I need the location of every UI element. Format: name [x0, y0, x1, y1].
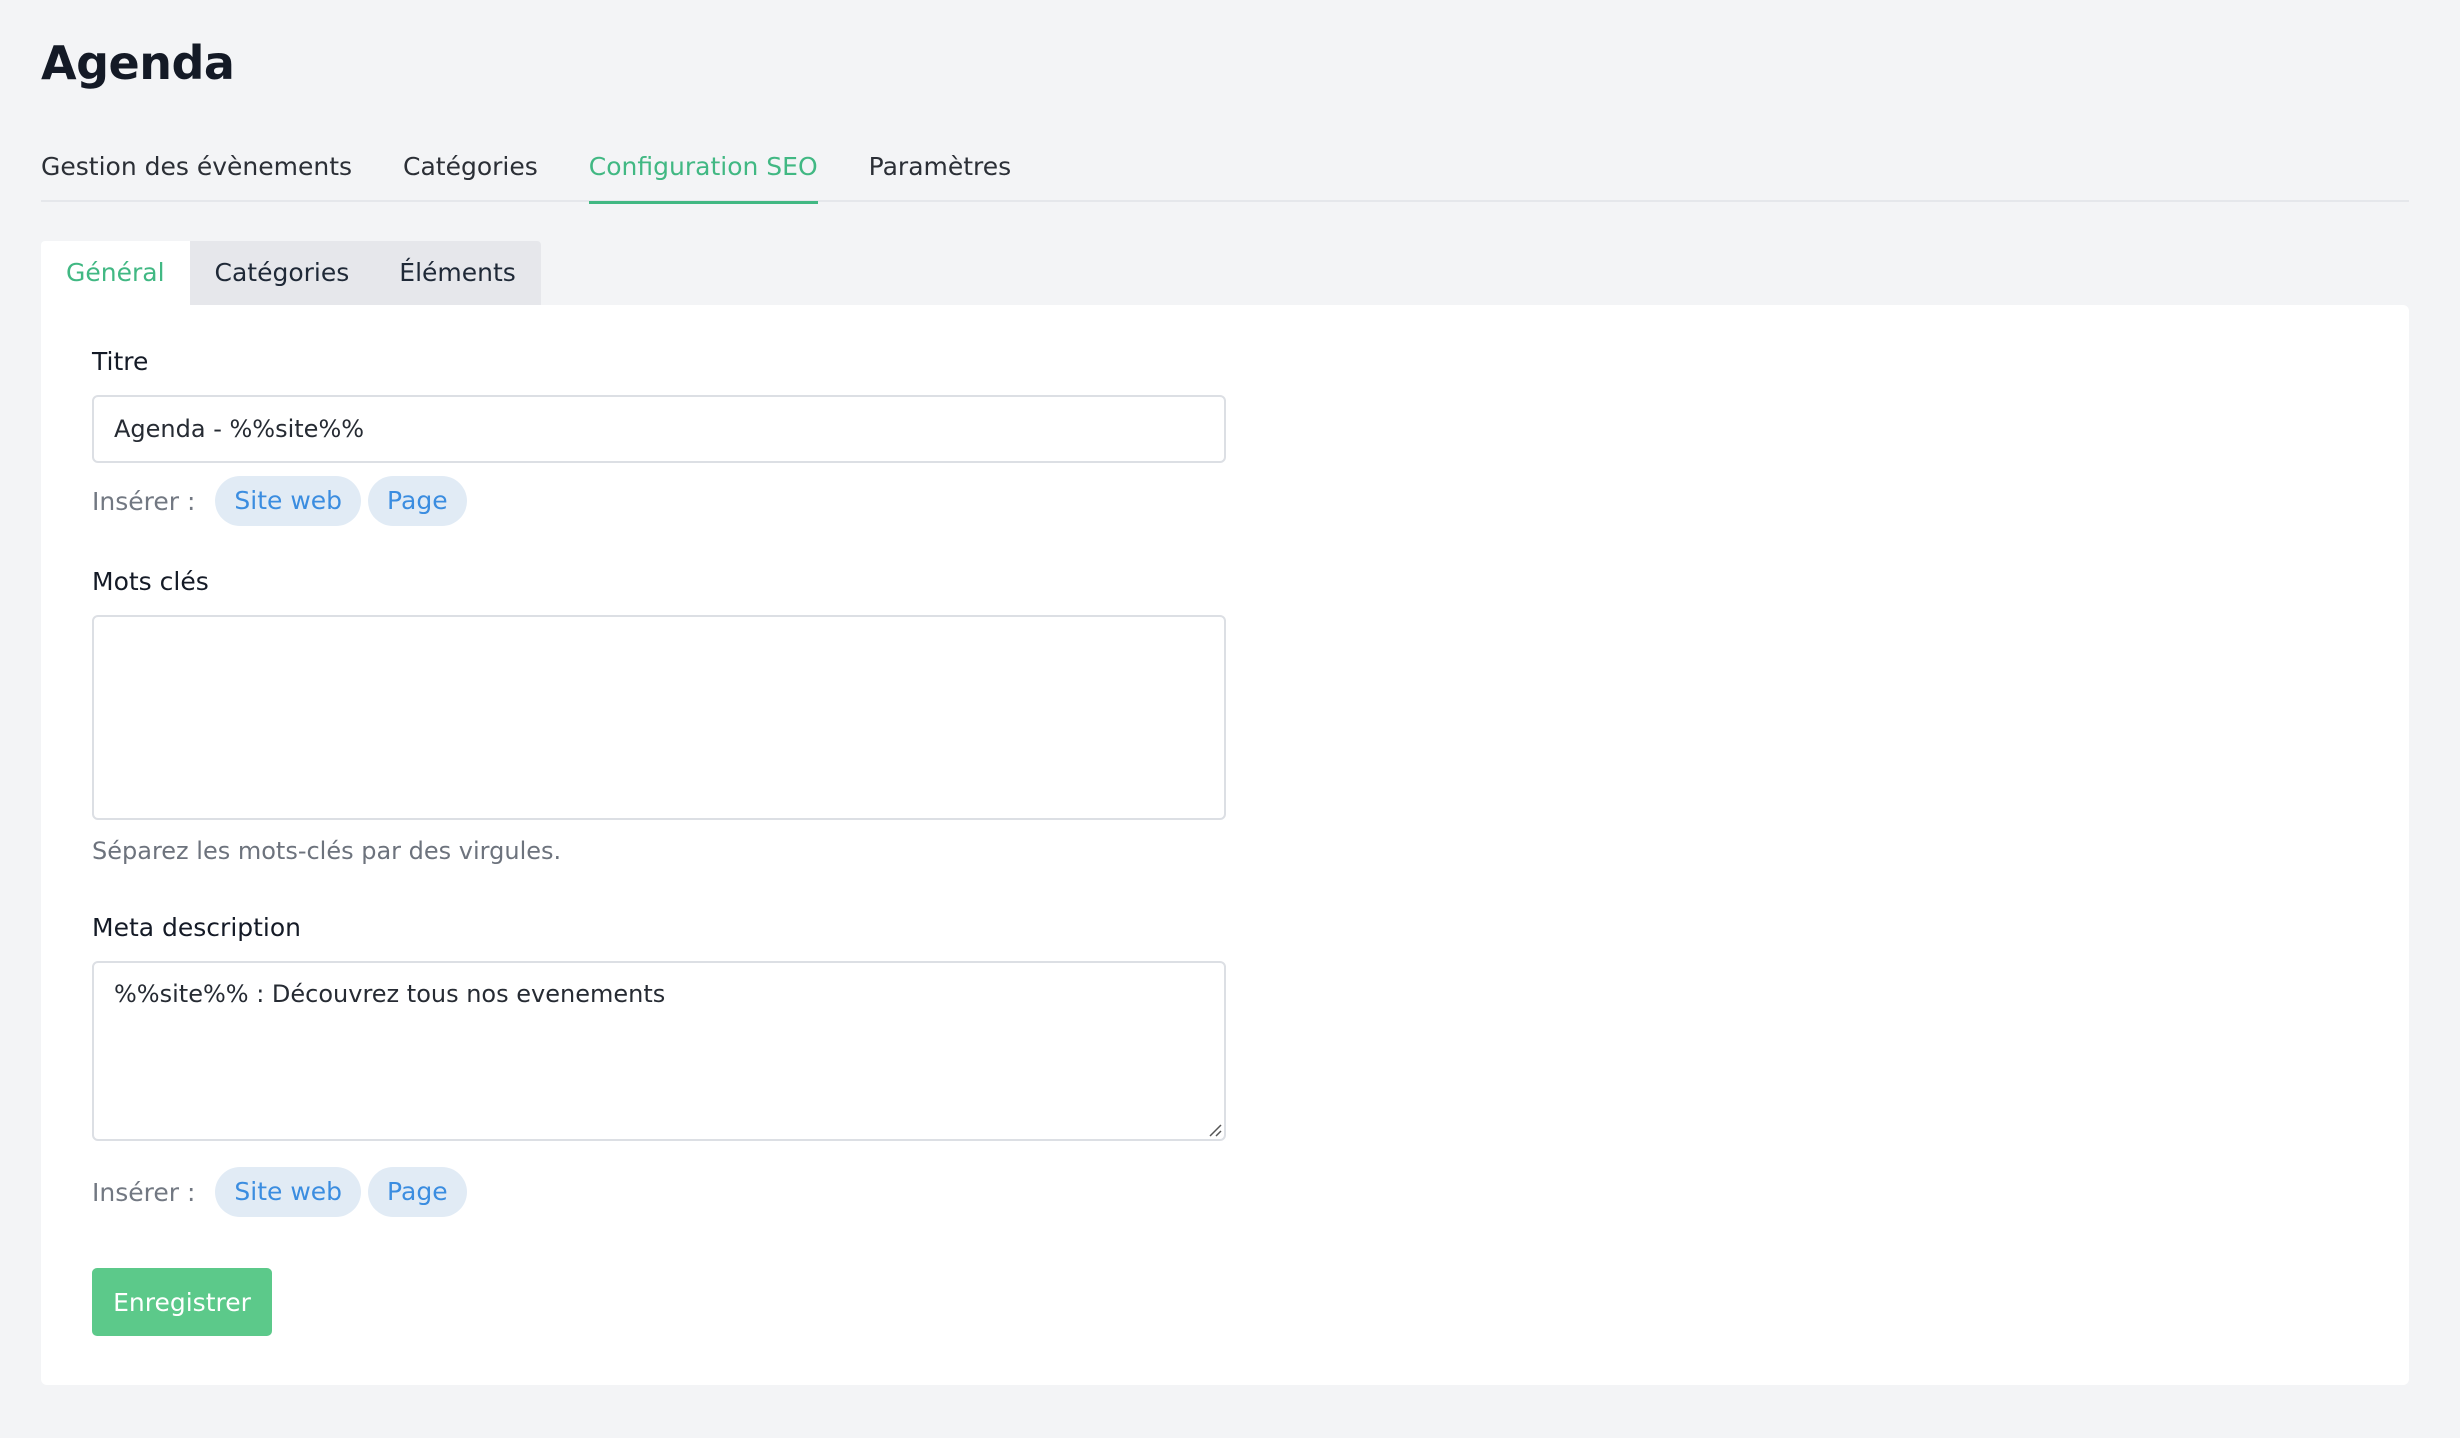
title-label: Titre: [92, 347, 149, 376]
tab-categories[interactable]: Catégories: [403, 146, 538, 202]
tab-configuration-seo[interactable]: Configuration SEO: [588, 146, 818, 204]
meta-description-textarea[interactable]: %%site%% : Découvrez tous nos evenements: [92, 961, 1226, 1141]
page-title: Agenda: [41, 36, 235, 90]
insert-page-chip[interactable]: Page: [368, 476, 467, 526]
insert-page-chip[interactable]: Page: [368, 1167, 467, 1217]
meta-description-label: Meta description: [92, 913, 302, 942]
meta-insert-row: Insérer : Site web Page: [92, 1167, 474, 1217]
insert-site-web-chip[interactable]: Site web: [215, 1167, 362, 1217]
seo-sub-tabs: Général Catégories Éléments: [41, 241, 541, 305]
title-insert-row: Insérer : Site web Page: [92, 476, 474, 526]
subtab-general[interactable]: Général: [41, 241, 190, 305]
main-tabs: Gestion des évènements Catégories Config…: [41, 146, 2409, 204]
title-input[interactable]: [92, 395, 1226, 463]
keywords-textarea[interactable]: [92, 615, 1226, 820]
seo-form-card: Titre Insérer : Site web Page Mots clés …: [41, 305, 2409, 1385]
keywords-label: Mots clés: [92, 567, 209, 596]
subtab-categories[interactable]: Catégories: [189, 241, 375, 305]
insert-site-web-chip[interactable]: Site web: [215, 476, 362, 526]
tab-parametres[interactable]: Paramètres: [869, 146, 1012, 202]
insert-label: Insérer :: [92, 1177, 196, 1207]
save-button[interactable]: Enregistrer: [92, 1268, 272, 1336]
resize-handle-icon[interactable]: [1208, 1123, 1222, 1137]
subtab-elements[interactable]: Éléments: [374, 241, 541, 305]
meta-description-wrapper: %%site%% : Découvrez tous nos evenements: [92, 961, 1226, 1141]
keywords-help-text: Séparez les mots-clés par des virgules.: [92, 837, 562, 865]
tab-gestion-evenements[interactable]: Gestion des évènements: [41, 146, 352, 202]
insert-label: Insérer :: [92, 486, 196, 516]
